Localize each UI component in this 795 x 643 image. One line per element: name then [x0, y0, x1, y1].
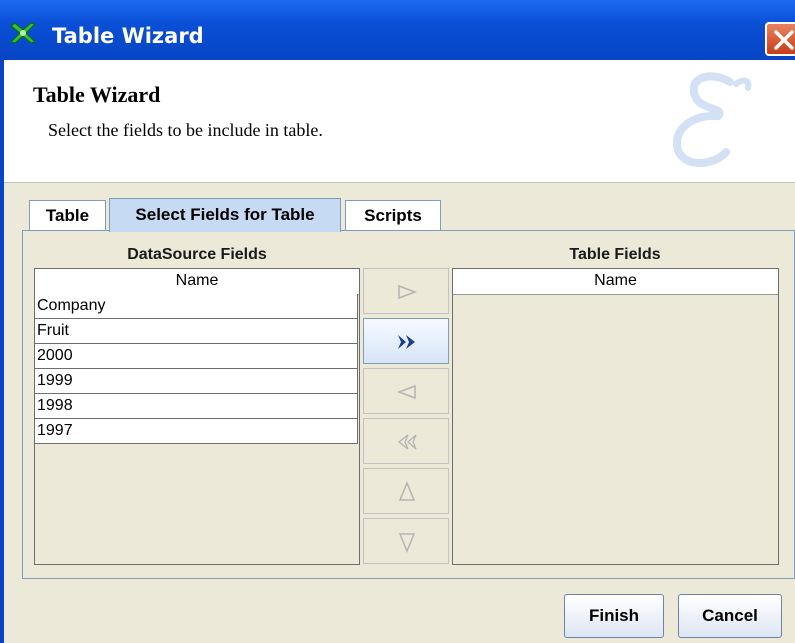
datasource-fields-label: DataSource Fields	[127, 246, 267, 263]
list-item[interactable]: Fruit	[35, 319, 358, 344]
move-all-left-icon	[397, 434, 417, 450]
move-all-right-button[interactable]	[363, 318, 449, 364]
window-title: Table Wizard	[52, 24, 204, 48]
header-title: Table Wizard	[33, 82, 161, 107]
list-item[interactable]: 1998	[35, 394, 358, 419]
move-right-button[interactable]	[363, 268, 449, 314]
header-subtitle: Select the fields to be include in table…	[48, 120, 323, 140]
close-button[interactable]	[765, 22, 795, 56]
move-all-left-button[interactable]	[363, 418, 449, 464]
move-right-icon	[398, 284, 418, 300]
cancel-button[interactable]: Cancel	[678, 594, 782, 638]
tab-select-fields[interactable]: Select Fields for Table	[109, 198, 341, 232]
table-fields-column-header[interactable]: Name	[453, 269, 778, 295]
move-up-icon	[398, 481, 416, 501]
move-all-right-icon	[398, 335, 415, 349]
move-up-button[interactable]	[363, 468, 449, 514]
E-logo-icon	[672, 72, 752, 167]
tab-table[interactable]: Table	[29, 200, 106, 230]
datasource-fields-list[interactable]: Name Company Fruit 2000 1999 1998 1997	[34, 268, 360, 565]
finish-button[interactable]: Finish	[564, 594, 664, 638]
list-item[interactable]: 2000	[35, 344, 358, 369]
move-down-icon	[398, 533, 416, 553]
title-bar[interactable]: Table Wizard	[0, 0, 795, 60]
tab-scripts[interactable]: Scripts	[345, 200, 441, 230]
wizard-icon	[8, 18, 38, 48]
move-down-button[interactable]	[363, 518, 449, 564]
move-left-icon	[396, 384, 416, 400]
table-fields-label: Table Fields	[569, 246, 661, 263]
datasource-column-header[interactable]: Name	[35, 269, 359, 295]
list-item[interactable]: Company	[35, 294, 358, 319]
list-item[interactable]: 1997	[35, 419, 358, 444]
close-icon	[774, 30, 794, 50]
list-item[interactable]: 1999	[35, 369, 358, 394]
wizard-header: Table Wizard Select the fields to be inc…	[4, 60, 795, 183]
move-left-button[interactable]	[363, 368, 449, 414]
table-fields-list[interactable]: Name	[452, 268, 779, 565]
